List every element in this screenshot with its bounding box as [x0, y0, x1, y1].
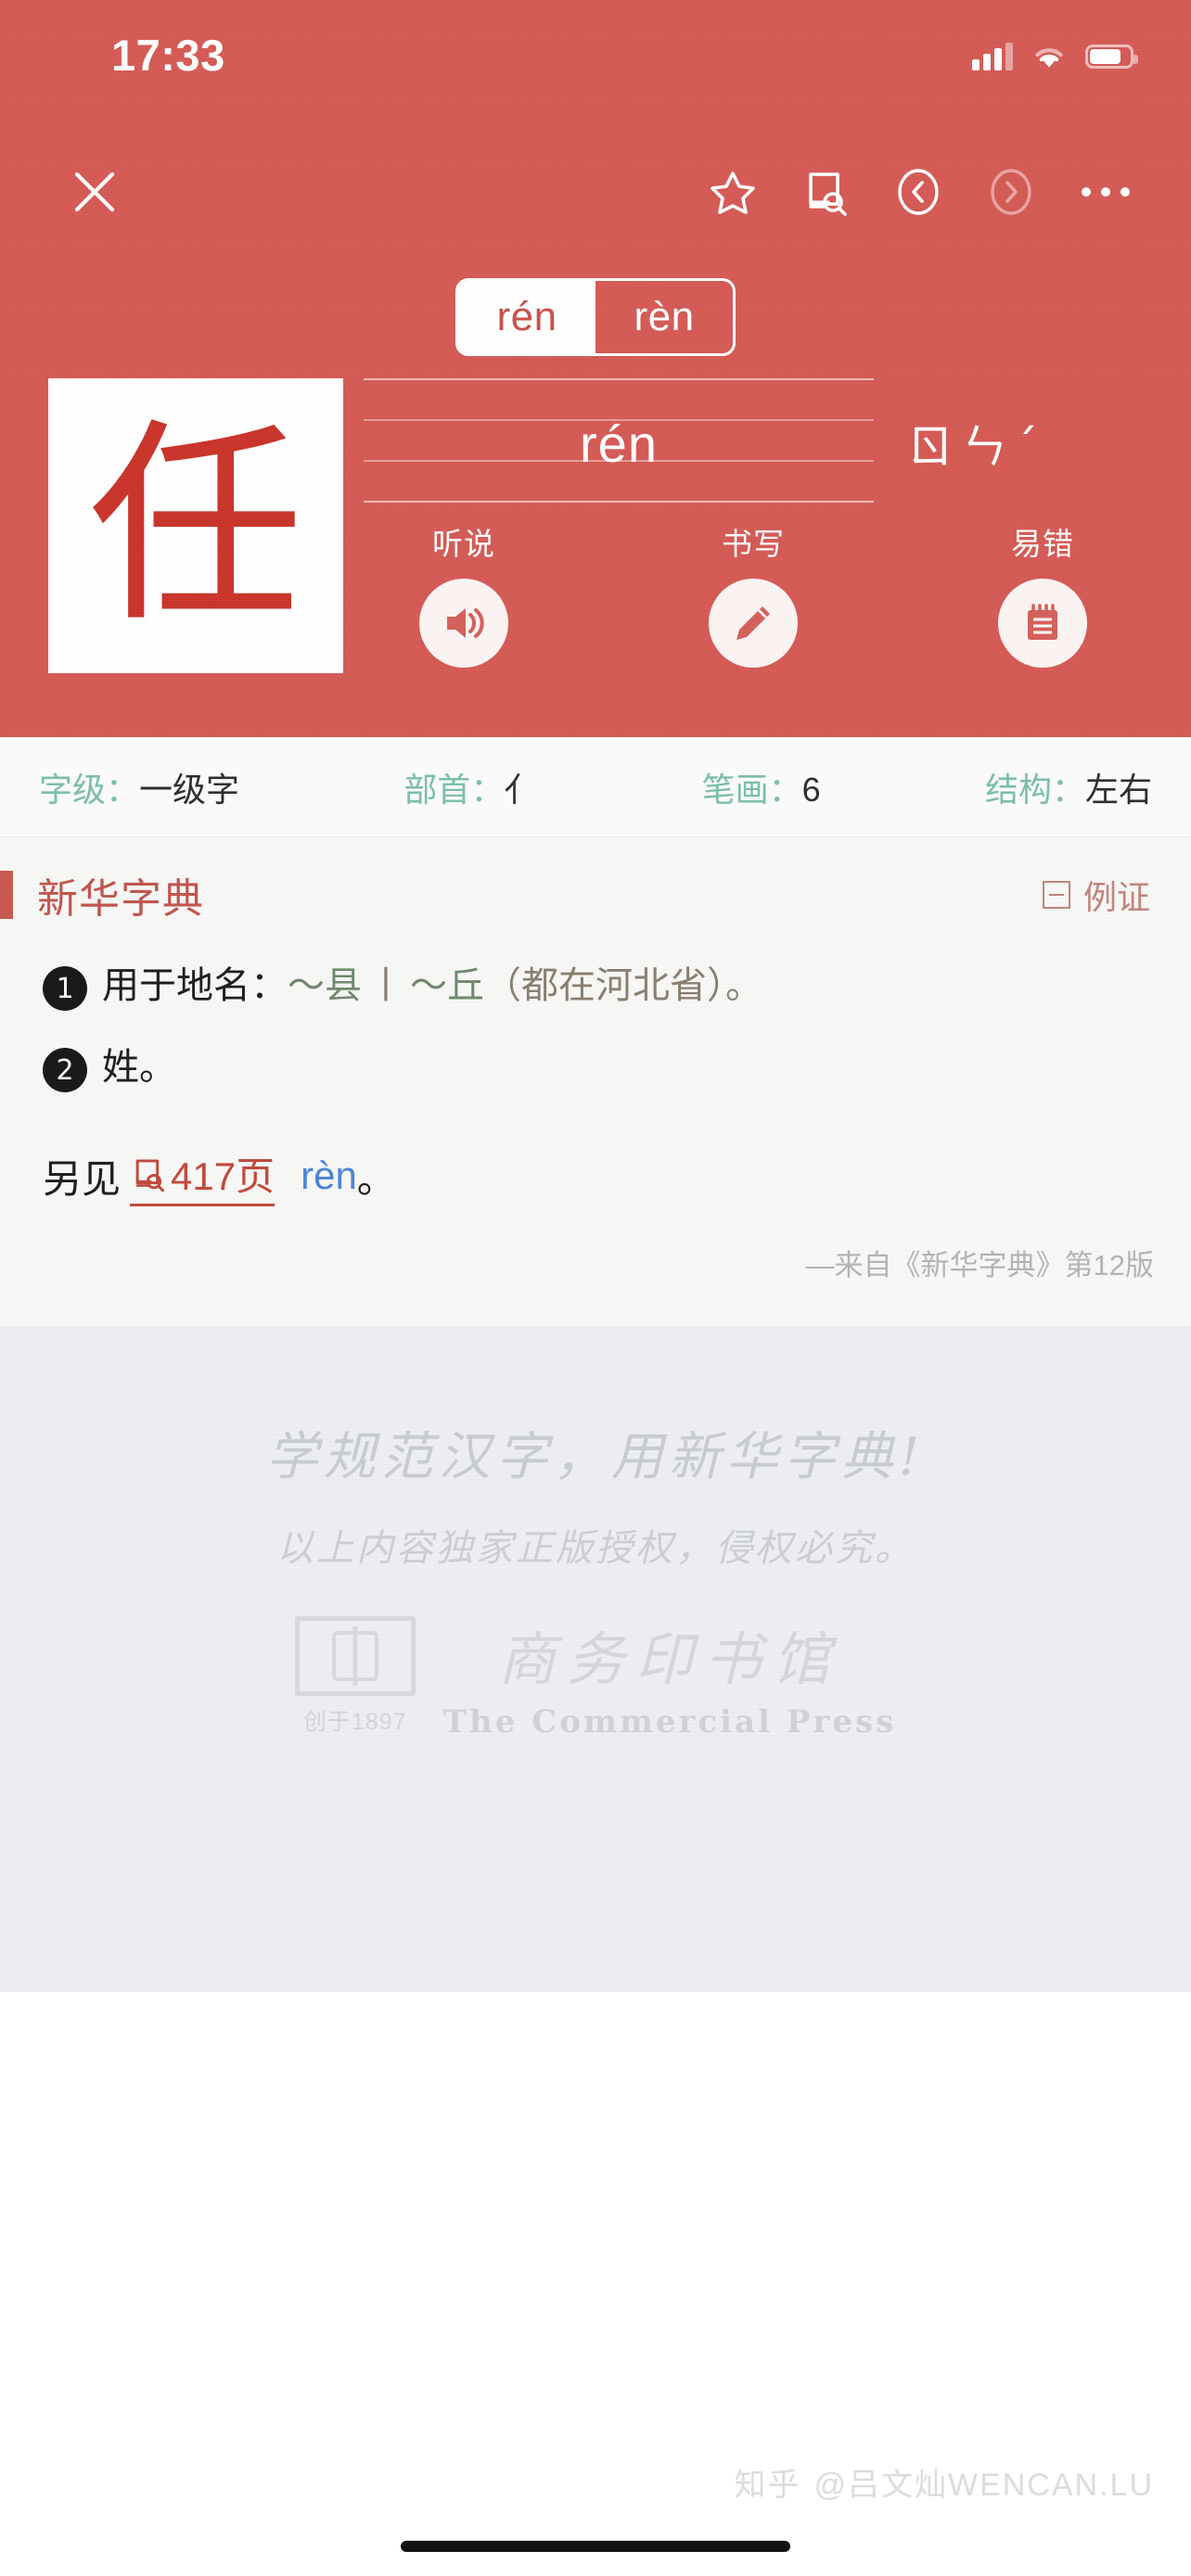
- character-info-bar: 字级：一级字 部首：亻 笔画：6 结构：左右: [0, 737, 1191, 837]
- pinyin-display: rén: [580, 414, 658, 473]
- chevron-left-circle-icon[interactable]: [892, 166, 944, 218]
- page-number: 417页: [171, 1154, 275, 1198]
- pencil-icon: [709, 579, 798, 668]
- info-value: 6: [801, 770, 821, 809]
- status-indicators: [972, 42, 1138, 70]
- publisher-copyright: 以上内容独家正版授权，侵权必究。: [276, 1527, 915, 1570]
- pinyin-tab-ren2[interactable]: rén: [458, 281, 596, 353]
- book-search-icon[interactable]: [800, 166, 852, 218]
- info-grade: 字级：一级字: [39, 763, 239, 811]
- action-common-mistakes[interactable]: 易错: [959, 519, 1126, 668]
- action-button-group: 听说 书写 易错: [380, 519, 1126, 668]
- definition-content: 新华字典 例证 1 用于地名：～县丨～丘（都在河北省）。 2 姓。 另见 417…: [0, 837, 1191, 1326]
- status-bar: 17:33: [0, 0, 1191, 97]
- section-title: 新华字典: [37, 876, 204, 922]
- section-marker: [0, 871, 13, 919]
- status-time: 17:33: [111, 31, 225, 80]
- home-indicator[interactable]: [401, 2541, 790, 2552]
- action-label: 书写: [722, 527, 785, 561]
- publisher-established: 创于1897: [302, 1709, 407, 1735]
- close-icon[interactable]: [70, 167, 120, 217]
- watermark-brand: 知乎: [734, 2468, 801, 2503]
- info-structure: 结构：左右: [985, 763, 1152, 811]
- info-value: 一级字: [139, 770, 240, 809]
- entry-example-1: ～县: [288, 965, 362, 1006]
- source-attribution: —来自《新华字典》第12版: [805, 1249, 1154, 1282]
- watermark-user: @吕文灿WENCAN.LU: [813, 2468, 1154, 2503]
- info-label: 笔画：: [701, 770, 802, 809]
- speaker-icon: [419, 579, 508, 668]
- zhuyin-display: ㄖㄣˊ: [907, 420, 1045, 474]
- examples-toggle-label: 例证: [1082, 878, 1150, 916]
- entry-divider: 丨: [367, 965, 404, 1006]
- character-glyph: 任: [87, 401, 303, 651]
- info-value: 亻: [504, 770, 538, 809]
- see-also-prefix: 另见: [43, 1156, 122, 1201]
- character-card[interactable]: 任: [48, 378, 343, 673]
- examples-toggle[interactable]: 例证: [1042, 871, 1150, 919]
- entry-lead: 姓。: [102, 1047, 176, 1088]
- entry-example-2: ～丘: [410, 965, 484, 1006]
- publisher-name-en: The Commercial Press: [442, 1703, 897, 1741]
- see-also-suffix: 。: [356, 1156, 396, 1201]
- info-label: 部首：: [403, 770, 505, 809]
- app-screen: 17:33 rén rèn 任 rén ㄖㄣˊ 听说 书写 易错 字级：一级字 …: [0, 0, 1191, 2576]
- info-radical: 部首：亻: [403, 763, 537, 811]
- entry-number: 2: [43, 1048, 87, 1092]
- entry-lead: 用于地名：: [102, 965, 288, 1006]
- info-label: 字级：: [39, 770, 140, 809]
- publisher-watermark-panel: 学规范汉字，用新华字典! 以上内容独家正版授权，侵权必究。 创于1897 商务印…: [0, 1326, 1191, 1992]
- zhihu-watermark: 知乎 @吕文灿WENCAN.LU: [734, 2459, 1154, 2505]
- publisher-name-cn: 商务印书馆: [497, 1626, 841, 1693]
- publisher-slogan: 学规范汉字，用新华字典!: [265, 1427, 926, 1487]
- see-also-pinyin[interactable]: rèn: [301, 1154, 357, 1198]
- publisher-logo: 创于1897 商务印书馆 The Commercial Press: [0, 1613, 1191, 1741]
- definition-entry-2: 2 姓。: [0, 1027, 1191, 1108]
- action-label: 听说: [432, 527, 495, 561]
- entry-text: 姓。: [102, 1039, 176, 1095]
- page-reference-link[interactable]: 417页: [130, 1145, 275, 1206]
- info-strokes: 笔画：6: [702, 763, 821, 811]
- action-label: 易错: [1011, 527, 1074, 561]
- wifi-icon: [1031, 44, 1067, 70]
- entry-note: （都在河北省）。: [484, 965, 762, 1006]
- cellular-signal-icon: [972, 42, 1013, 70]
- dictionary-header: 17:33 rén rèn 任 rén ㄖㄣˊ 听说 书写 易错: [0, 0, 1191, 737]
- entry-text: 用于地名：～县丨～丘（都在河北省）。: [102, 958, 762, 1014]
- action-listen-speak[interactable]: 听说: [380, 519, 547, 668]
- action-write[interactable]: 书写: [670, 519, 837, 668]
- star-icon[interactable]: [707, 166, 759, 218]
- notepad-icon: [998, 579, 1087, 668]
- header-toolbar: [0, 141, 1191, 243]
- book-search-icon: [135, 1158, 165, 1192]
- definition-entry-1: 1 用于地名：～县丨～丘（都在河北省）。: [0, 945, 1191, 1027]
- section-header: 新华字典 例证: [0, 837, 1191, 945]
- see-also-line: 另见 417页 rèn 。: [0, 1108, 1191, 1206]
- chevron-right-circle-icon[interactable]: [985, 166, 1037, 218]
- collapse-box-icon: [1042, 881, 1070, 909]
- entry-number: 1: [43, 966, 87, 1011]
- battery-icon: [1085, 44, 1138, 69]
- more-dots-icon[interactable]: [1078, 187, 1133, 197]
- section-title-group: 新华字典: [0, 865, 204, 925]
- pinyin-tab-ren4[interactable]: rèn: [596, 281, 733, 353]
- publisher-name-group: 商务印书馆 The Commercial Press: [443, 1613, 897, 1741]
- bottom-bar: 知乎 @吕文灿WENCAN.LU: [0, 2439, 1191, 2576]
- book-logo-icon: 创于1897: [294, 1616, 416, 1737]
- pinyin-writing-grid: rén: [364, 378, 874, 504]
- info-value: 左右: [1084, 770, 1152, 809]
- toolbar-icon-group: [707, 166, 1133, 218]
- pinyin-tab-group: rén rèn: [455, 278, 736, 356]
- info-label: 结构：: [984, 770, 1085, 809]
